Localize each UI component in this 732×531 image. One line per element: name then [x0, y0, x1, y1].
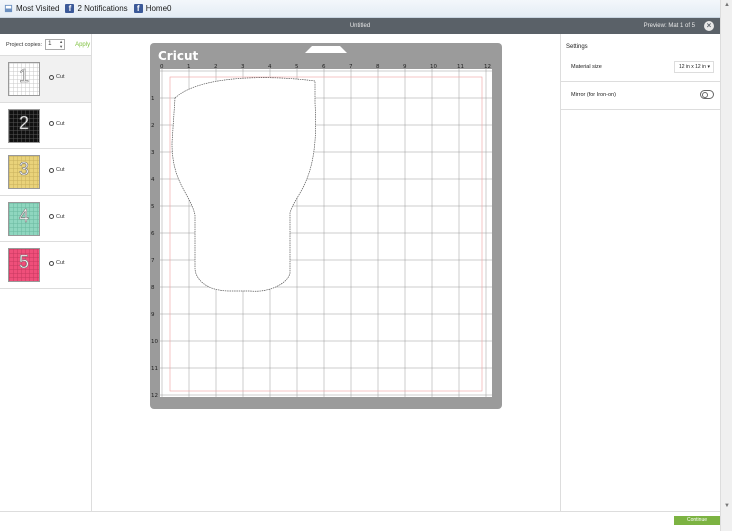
ruler-top-label: 11 — [457, 64, 464, 70]
cut-blade-icon — [49, 74, 54, 80]
mirror-label: Mirror (for Iron-on) — [571, 92, 616, 98]
ruler-left-label: 9 — [151, 312, 155, 318]
ruler-left-label: 10 — [151, 339, 158, 345]
cut-label: Cut — [49, 260, 65, 266]
facebook-icon: f — [65, 4, 75, 13]
ruler-left-label: 5 — [151, 204, 155, 210]
ruler-top-label: 10 — [430, 64, 437, 70]
scrollbar[interactable]: ▲ ▼ — [720, 0, 732, 531]
cut-blade-icon — [49, 260, 54, 266]
mat-hanger-notch — [305, 46, 347, 53]
scroll-down-icon[interactable]: ▼ — [724, 503, 730, 509]
cut-text: Cut — [56, 260, 65, 266]
mat-thumbnail: 5 — [8, 248, 40, 282]
ruler-top-label: 3 — [241, 64, 245, 70]
cut-blade-icon — [49, 214, 54, 219]
ruler-left-label: 8 — [151, 285, 155, 291]
ruler-left-label: 2 — [151, 123, 155, 129]
cut-text: Cut — [56, 120, 65, 127]
ruler-left-label: 11 — [151, 366, 158, 372]
cut-blade-icon — [49, 121, 54, 126]
mat-list-panel: Project copies: 1 ▲ ▼ Apply 1 Cut 2 Cut 3 Cut 4… — [0, 34, 92, 511]
bookmark-star-icon — [4, 4, 13, 13]
ruler-top-label: 12 — [484, 64, 491, 70]
ruler-top-label: 1 — [187, 64, 191, 70]
bookmark-most-visited[interactable]: Most Visited — [4, 4, 59, 13]
ruler-left-label: 12 — [151, 393, 158, 399]
mat-number: 2 — [18, 112, 30, 133]
ruler-top-label: 6 — [322, 64, 326, 70]
cut-text: Cut — [56, 213, 65, 220]
mat-list-item[interactable]: 1 Cut — [0, 56, 91, 103]
mat-thumbnail: 2 — [8, 108, 40, 143]
ruler-left-label: 4 — [151, 177, 155, 183]
cut-label: Cut — [49, 214, 65, 220]
bookmark-label: 2 Notifications — [77, 4, 128, 13]
cut-label: Cut — [49, 167, 65, 173]
cut-text: Cut — [56, 167, 65, 173]
ruler-left-label: 1 — [151, 96, 155, 102]
footer-bar: Continue — [93, 511, 720, 531]
bookmark-label: Most Visited — [16, 4, 60, 13]
scroll-up-icon[interactable]: ▲ — [724, 2, 730, 8]
copies-input[interactable]: 1 ▲ ▼ — [45, 39, 66, 50]
apply-button[interactable]: Apply — [75, 42, 90, 48]
mat-number: 4 — [18, 205, 30, 226]
mat-list-item[interactable]: 3 Cut — [0, 149, 91, 196]
settings-panel: Settings Material size 12 in x 12 in ▾ M… — [560, 34, 720, 511]
copies-label: Project copies: — [6, 41, 43, 48]
cut-label: Cut — [49, 121, 65, 127]
settings-title: Settings — [566, 44, 588, 50]
cut-text: Cut — [56, 74, 65, 80]
bookmarks-bar: Most Visited f 2 Notifications f Home0 — [0, 0, 732, 18]
material-size-row: Material size 12 in x 12 in ▾ — [561, 54, 720, 82]
toggle-knob — [702, 92, 708, 98]
mat-number: 3 — [18, 159, 30, 180]
cut-blade-icon — [49, 167, 54, 173]
bookmark-home[interactable]: f Home0 — [133, 4, 172, 13]
mirror-row: Mirror (for Iron-on) — [561, 82, 720, 110]
ruler-top-label: 9 — [403, 64, 407, 70]
mirror-toggle[interactable] — [700, 90, 714, 99]
mat-thumbnail: 4 — [8, 201, 40, 236]
material-size-value: 12 in x 12 in — [679, 64, 706, 70]
mat-list-item[interactable]: 5 Cut — [0, 242, 91, 289]
ruler-top-label: 2 — [214, 64, 218, 70]
continue-button[interactable]: Continue — [674, 516, 720, 525]
close-icon[interactable]: × — [704, 21, 714, 31]
mat-number: 1 — [18, 66, 30, 87]
ruler-left-label: 3 — [151, 150, 155, 156]
cutting-mat: Cricut 0 1 2 3 4 5 6 7 8 9 10 11 12 1 2 3 4 5 6 7 8 9 10 11 12 — [150, 43, 502, 409]
ruler-top-label: 7 — [349, 64, 353, 70]
project-copies-row: Project copies: 1 ▲ ▼ Apply — [0, 34, 91, 56]
ruler-top-label: 4 — [268, 64, 272, 70]
ruler-left-label: 6 — [151, 231, 155, 237]
window-title: Untitled — [349, 23, 371, 29]
ruler-left-label: 7 — [151, 258, 155, 264]
ruler-top-label: 0 — [160, 64, 164, 70]
mat-number: 5 — [18, 252, 30, 273]
mat-thumbnail: 3 — [8, 155, 40, 189]
material-size-label: Material size — [571, 64, 602, 70]
stepper-arrows-icon[interactable]: ▲ ▼ — [59, 39, 63, 49]
cricut-logo: Cricut — [158, 49, 198, 63]
left-footer — [0, 511, 93, 531]
bookmark-notifications[interactable]: f 2 Notifications — [65, 4, 128, 13]
mat-list-item[interactable]: 2 Cut — [0, 103, 91, 149]
mat-list-item[interactable]: 4 Cut — [0, 196, 91, 242]
copies-value: 1 — [48, 41, 52, 47]
material-size-select[interactable]: 12 in x 12 in ▾ — [674, 61, 714, 73]
facebook-icon: f — [133, 4, 143, 13]
chevron-down-icon: ▾ — [707, 64, 710, 70]
ruler-top-label: 8 — [376, 64, 380, 70]
window-titlebar: Untitled Preview: Mat 1 of 5 × — [0, 18, 720, 34]
preview-label: Preview: Mat 1 of 5 — [643, 23, 695, 29]
mat-thumbnail: 1 — [8, 62, 40, 96]
bookmark-label: Home0 — [145, 4, 172, 13]
cut-label: Cut — [49, 74, 65, 80]
ruler-top-label: 5 — [295, 64, 299, 70]
mat-grid-svg: Cricut 0 1 2 3 4 5 6 7 8 9 10 11 12123456789101112 — [151, 46, 492, 399]
